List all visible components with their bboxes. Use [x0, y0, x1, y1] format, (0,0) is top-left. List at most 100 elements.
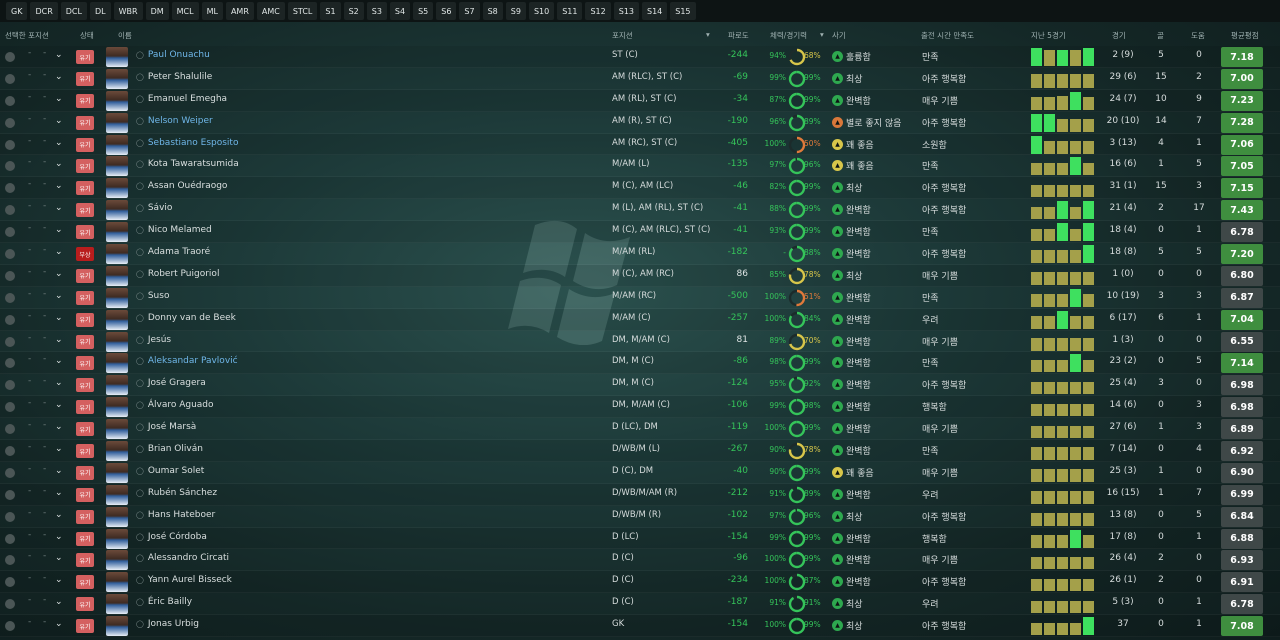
player-name-text[interactable]: Assan Ouédraogo — [148, 181, 228, 191]
chevron-down-icon[interactable]: ⌄ — [55, 356, 63, 366]
player-row[interactable]: - - ⌄ 유기 ◯ Aleksandar Pavlović DM, M (C) -86 98%… — [0, 352, 1280, 375]
player-name-text[interactable]: Álvaro Aguado — [148, 400, 214, 410]
player-row[interactable]: - - ⌄ 유기 ◯ Nelson Weiper AM (R), ST (C) -190 96%… — [0, 112, 1280, 134]
status-badge[interactable]: 유기 — [76, 137, 94, 152]
select-checkbox[interactable] — [5, 446, 15, 457]
select-checkbox[interactable] — [5, 467, 15, 478]
chevron-down-icon[interactable]: ⌄ — [55, 269, 63, 279]
chevron-down-icon[interactable]: ⌄ — [55, 597, 63, 607]
col-form[interactable]: 지난 5경기 — [1031, 30, 1066, 41]
player-row[interactable]: - - ⌄ 유기 ◯ Jesús DM, M/AM (C) 81 89% 70% ▲ 완벽함 매우 기쁨… — [0, 331, 1280, 353]
status-badge[interactable]: 유기 — [76, 159, 94, 174]
player-name[interactable]: ◯ Álvaro Aguado — [136, 400, 214, 410]
select-checkbox[interactable] — [5, 292, 15, 303]
filter-button-s10[interactable]: S10 — [528, 2, 555, 20]
player-row[interactable]: - - ⌄ 부상 ◯ Adama Traoré M/AM (RL) -182-88% ▲ 완벽함 아… — [0, 243, 1280, 265]
chevron-down-icon[interactable]: ⌄ — [55, 532, 63, 542]
filter-button-s8[interactable]: S8 — [482, 2, 503, 20]
player-name[interactable]: ◯ Jesús — [136, 335, 171, 345]
chevron-down-icon[interactable]: ⌄ — [55, 72, 63, 82]
status-badge[interactable]: 유기 — [76, 422, 94, 437]
filter-button-mcl[interactable]: MCL — [171, 2, 199, 20]
select-checkbox[interactable] — [5, 489, 15, 500]
player-row[interactable]: - - ⌄ 유기 ◯ Sávio M (L), AM (RL), ST (C) -41 88% 9… — [0, 199, 1280, 222]
player-name[interactable]: ◯ Assan Ouédraogo — [136, 181, 227, 191]
status-badge[interactable]: 유기 — [76, 334, 94, 349]
player-name-text[interactable]: Éric Bailly — [148, 597, 192, 607]
col-assists[interactable]: 도움 — [1191, 30, 1205, 41]
player-name-text[interactable]: Adama Traoré — [148, 247, 210, 257]
select-checkbox[interactable] — [5, 511, 15, 522]
player-name-text[interactable]: Kota Tawaratsumida — [148, 159, 239, 169]
chevron-down-icon[interactable]: ⌄ — [55, 50, 63, 60]
filter-button-s12[interactable]: S12 — [585, 2, 611, 20]
player-row[interactable]: - - ⌄ 유기 ◯ Éric Bailly D (C) -187 91% 91% ▲ 최상 우려 5 (… — [0, 593, 1280, 616]
select-checkbox[interactable] — [5, 205, 15, 216]
status-badge[interactable]: 유기 — [76, 400, 94, 415]
player-name-text[interactable]: Rubén Sánchez — [148, 488, 217, 498]
chevron-down-icon[interactable]: ⌄ — [55, 203, 63, 213]
player-row[interactable]: - - ⌄ 유기 ◯ Peter Shalulile AM (RLC), ST (C) -69… — [0, 68, 1280, 90]
select-checkbox[interactable] — [5, 380, 15, 391]
player-name[interactable]: ◯ Robert Puigoriol — [136, 269, 219, 279]
chevron-down-icon[interactable]: ⌄ — [55, 575, 63, 585]
player-name[interactable]: ◯ Nico Melamed — [136, 225, 212, 235]
status-badge[interactable]: 유기 — [76, 225, 94, 240]
player-name-text[interactable]: Jesús — [148, 335, 171, 345]
player-row[interactable]: - - ⌄ 유기 ◯ José Gragera DM, M (C) -124 95% 92% ▲ 완벽… — [0, 374, 1280, 397]
select-checkbox[interactable] — [5, 599, 15, 610]
filter-button-ml[interactable]: ML — [201, 2, 223, 20]
status-badge[interactable]: 유기 — [76, 203, 94, 218]
status-badge[interactable]: 유기 — [76, 378, 94, 393]
filter-button-amc[interactable]: AMC — [256, 2, 285, 20]
chevron-down-icon[interactable]: ⌄ — [55, 510, 63, 520]
player-row[interactable]: - - ⌄ 유기 ◯ Suso M/AM (RC) -500 100% 51% ▲ 완벽함 만족 10 (… — [0, 287, 1280, 309]
filter-button-s3[interactable]: S3 — [366, 2, 387, 20]
player-name[interactable]: ◯ Nelson Weiper — [136, 116, 213, 126]
col-select[interactable]: 선택한 포지션 — [5, 30, 49, 41]
filter-button-s4[interactable]: S4 — [389, 2, 411, 20]
player-name[interactable]: ◯ Kota Tawaratsumida — [136, 159, 239, 169]
player-row[interactable]: - - ⌄ 유기 ◯ Brian Oliván D/WB/M (L) -267 90% 78% ▲ 완… — [0, 440, 1280, 462]
player-row[interactable]: - - ⌄ 유기 ◯ Robert Puigoriol M (C), AM (RC) 86 85… — [0, 264, 1280, 287]
select-checkbox[interactable] — [5, 621, 15, 632]
player-row[interactable]: - - ⌄ 유기 ◯ Sebastiano Esposito AM (RC), ST (C)… — [0, 133, 1280, 156]
player-name-text[interactable]: José Gragera — [148, 378, 206, 388]
status-badge[interactable]: 유기 — [76, 597, 94, 612]
filter-button-s7[interactable]: S7 — [459, 2, 480, 20]
filter-button-s9[interactable]: S9 — [505, 2, 526, 20]
player-name[interactable]: ◯ Hans Hateboer — [136, 510, 215, 520]
player-name[interactable]: ◯ Emanuel Emegha — [136, 94, 227, 104]
player-name-text[interactable]: Aleksandar Pavlović — [148, 356, 238, 366]
player-name-text[interactable]: Oumar Solet — [148, 466, 204, 476]
status-badge[interactable]: 유기 — [76, 487, 94, 502]
chevron-down-icon[interactable]: ⌄ — [55, 94, 63, 104]
filter-button-dcl[interactable]: DCL — [60, 2, 87, 20]
player-row[interactable]: - - ⌄ 유기 ◯ Rubén Sánchez D/WB/M/AM (R) -212 91% 8… — [0, 483, 1280, 506]
chevron-down-icon[interactable]: ⌄ — [55, 225, 63, 235]
player-name[interactable]: ◯ José Marsà — [136, 422, 196, 432]
status-badge[interactable]: 유기 — [76, 268, 94, 283]
filter-button-amr[interactable]: AMR — [225, 2, 254, 20]
player-name-text[interactable]: Jonas Urbig — [148, 619, 199, 629]
player-name-text[interactable]: Sávio — [148, 203, 173, 213]
select-checkbox[interactable] — [5, 161, 15, 172]
player-name[interactable]: ◯ Éric Bailly — [136, 597, 192, 607]
player-name-text[interactable]: Hans Hateboer — [148, 510, 215, 520]
status-badge[interactable]: 유기 — [76, 115, 94, 130]
col-goals[interactable]: 골 — [1157, 30, 1164, 41]
filter-button-s15[interactable]: S15 — [670, 2, 696, 20]
select-checkbox[interactable] — [5, 227, 15, 238]
filter-button-wbr[interactable]: WBR — [113, 2, 143, 20]
col-rating[interactable]: 평균평점 — [1231, 30, 1259, 41]
player-name-text[interactable]: Peter Shalulile — [148, 72, 212, 82]
filter-button-gk[interactable]: GK — [6, 2, 28, 20]
player-row[interactable]: - - ⌄ 유기 ◯ Hans Hateboer D/WB/M (R) -102 97% 96% ▲… — [0, 506, 1280, 528]
select-checkbox[interactable] — [5, 270, 15, 281]
chevron-down-icon[interactable]: ⌄ — [55, 138, 63, 148]
player-name[interactable]: ◯ Sávio — [136, 203, 172, 213]
filter-button-stcl[interactable]: STCL — [287, 2, 318, 20]
chevron-down-icon[interactable]: ⌄ — [55, 553, 63, 563]
sort-arrow-icon[interactable]: ▾ — [706, 30, 710, 39]
player-name-text[interactable]: Nico Melamed — [148, 225, 212, 235]
